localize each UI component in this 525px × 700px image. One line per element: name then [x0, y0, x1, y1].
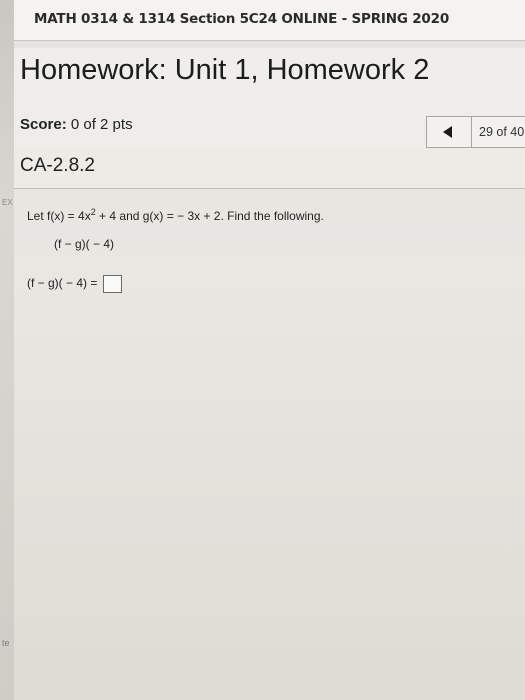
score-display: Score: 0 of 2 pts [20, 116, 133, 133]
score-label: Score: [20, 116, 67, 133]
problem-suffix: + 4 and g(x) = − 3x + 2. Find the follow… [95, 209, 324, 223]
problem-statement: Let f(x) = 4x2 + 4 and g(x) = − 3x + 2. … [27, 207, 324, 223]
homework-page: te MATH 0314 & 1314 Section 5C24 ONLINE … [0, 0, 525, 700]
course-header: MATH 0314 & 1314 Section 5C24 ONLINE - S… [14, 0, 525, 41]
answer-label: (f − g)( − 4) = [27, 276, 98, 291]
question-id: CA-2.8.2 [20, 155, 95, 176]
subpart-expression: (f − g)( − 4) [54, 237, 115, 251]
question-counter: 29 of 40 [479, 125, 525, 139]
question-id-bar: CA-2.8.2 [14, 148, 525, 189]
gutter-text: te [2, 638, 10, 648]
answer-row: (f − g)( − 4) = [27, 275, 122, 293]
homework-header: Homework: Unit 1, Homework 2 [14, 48, 525, 109]
problem-prefix: Let f(x) = 4x [27, 209, 91, 223]
example-tag: EX [2, 198, 13, 207]
homework-title: Homework: Unit 1, Homework 2 [20, 54, 430, 86]
previous-question-button[interactable] [427, 117, 472, 147]
answer-input[interactable] [102, 275, 122, 293]
question-content: EX Let f(x) = 4x2 + 4 and g(x) = − 3x + … [2, 188, 525, 700]
question-navigator: 29 of 40 [426, 116, 525, 148]
triangle-left-icon [443, 126, 452, 138]
left-gutter: te [0, 0, 14, 700]
course-title: MATH 0314 & 1314 Section 5C24 ONLINE - S… [34, 11, 450, 27]
score-value: 0 of 2 pts [70, 116, 133, 133]
score-bar: Score: 0 of 2 pts 29 of 40 [14, 108, 525, 149]
